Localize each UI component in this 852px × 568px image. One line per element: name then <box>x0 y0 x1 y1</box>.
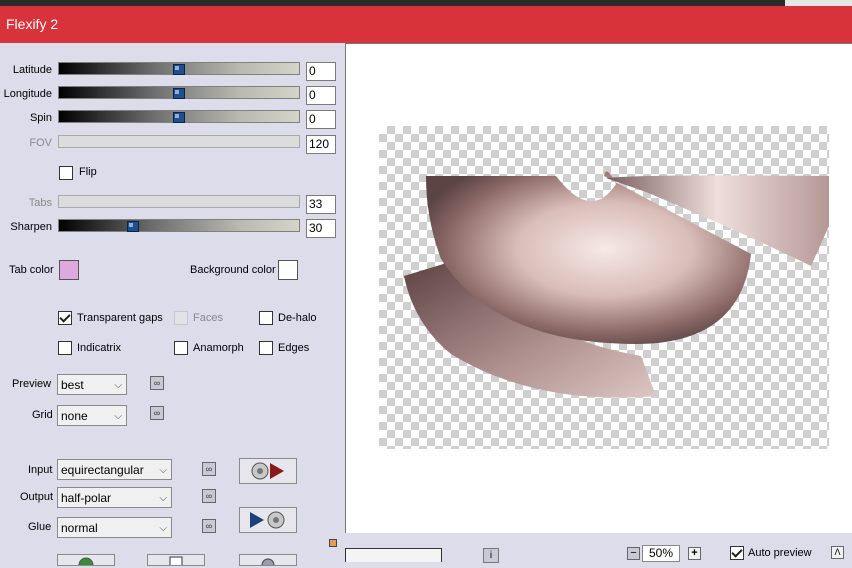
preview-label: Preview <box>12 378 52 390</box>
indicatrix-label: Indicatrix <box>77 342 122 354</box>
link-icon[interactable]: ∞ <box>202 462 216 476</box>
latitude-value-field[interactable]: 0 <box>306 62 336 81</box>
longitude-slider[interactable] <box>58 86 300 99</box>
background-color-label: Background color <box>190 264 276 276</box>
de-halo-label: De-halo <box>278 312 317 324</box>
input-label: Input <box>28 464 53 476</box>
auto-preview-label: Auto preview <box>748 547 812 559</box>
longitude-label: Longitude <box>3 88 52 100</box>
window-title: Flexify 2 <box>6 16 59 32</box>
zoom-level-field[interactable]: 50% <box>642 545 680 562</box>
chevron-down-icon: ⌵ <box>114 380 122 391</box>
settings-icon <box>261 558 275 568</box>
globe-button[interactable] <box>57 554 115 568</box>
flexified-image <box>404 171 829 398</box>
globe-icon <box>78 557 94 568</box>
transparent-gaps-checkbox[interactable] <box>58 311 72 325</box>
tabs-value-field[interactable]: 33 <box>306 195 336 214</box>
chevron-down-icon: ⌵ <box>114 411 122 422</box>
flip-label: Flip <box>79 166 97 178</box>
glue-select[interactable]: normal ⌵ <box>57 517 172 538</box>
color-marker-icon <box>329 539 337 547</box>
sharpen-slider-thumb[interactable] <box>127 221 140 232</box>
zoom-out-button[interactable]: − <box>627 547 640 560</box>
faces-checkbox[interactable] <box>174 311 188 325</box>
preview-select[interactable]: best ⌵ <box>57 374 127 395</box>
link-icon[interactable]: ∞ <box>202 519 216 533</box>
latitude-slider[interactable] <box>58 62 300 75</box>
settings-button[interactable] <box>239 554 297 568</box>
input-select[interactable]: equirectangular ⌵ <box>57 459 172 480</box>
spin-value-field[interactable]: 0 <box>306 110 336 129</box>
output-select[interactable]: half-polar ⌵ <box>57 487 172 508</box>
fov-value-field[interactable]: 120 <box>306 135 336 154</box>
sharpen-slider[interactable] <box>58 219 300 232</box>
glue-select-value: normal <box>61 521 98 535</box>
faces-label: Faces <box>193 312 223 324</box>
sharpen-value-field[interactable]: 30 <box>306 219 336 238</box>
chevron-down-icon: ⌵ <box>159 493 167 504</box>
auto-preview-checkbox[interactable] <box>730 546 744 560</box>
background-color-swatch[interactable] <box>278 260 298 280</box>
input-image-button[interactable] <box>239 458 297 484</box>
link-icon[interactable]: ∞ <box>150 376 164 390</box>
de-halo-checkbox[interactable] <box>259 311 273 325</box>
chevron-down-icon: ⌵ <box>159 465 167 476</box>
latitude-slider-thumb[interactable] <box>173 64 185 75</box>
grid-select-value: none <box>61 409 88 423</box>
spin-slider-thumb[interactable] <box>173 112 185 123</box>
spin-label: Spin <box>29 112 52 124</box>
edges-label: Edges <box>278 342 310 354</box>
copy-button[interactable] <box>147 554 205 568</box>
tabs-label: Tabs <box>28 197 52 209</box>
fov-label: FOV <box>29 137 52 149</box>
anamorph-label: Anamorph <box>193 342 244 354</box>
tabs-slider[interactable] <box>58 195 300 208</box>
preview-select-value: best <box>61 378 84 392</box>
controls-panel: Latitude 0 Longitude 0 Spin 0 FOV 120 Fl… <box>0 43 345 568</box>
transparent-gaps-label: Transparent gaps <box>77 312 163 324</box>
output-label: Output <box>20 491 54 503</box>
edges-checkbox[interactable] <box>259 341 273 355</box>
title-bar: Flexify 2 <box>0 6 852 43</box>
link-icon[interactable]: ∞ <box>150 406 164 420</box>
grid-select[interactable]: none ⌵ <box>57 405 127 426</box>
copy-icon <box>169 556 183 568</box>
longitude-slider-thumb[interactable] <box>173 88 185 99</box>
thumbnail-box[interactable] <box>345 548 442 562</box>
preview-canvas[interactable] <box>345 43 852 534</box>
link-icon[interactable]: ∞ <box>202 489 216 503</box>
preview-status-bar: i − 50% + Auto preview Λ <box>329 533 852 563</box>
tab-color-swatch[interactable] <box>59 260 79 280</box>
tab-color-label: Tab color <box>9 264 54 276</box>
arrow-disc-icon <box>250 511 285 529</box>
latitude-label: Latitude <box>12 64 52 76</box>
output-select-value: half-polar <box>61 491 112 505</box>
indicatrix-checkbox[interactable] <box>58 341 72 355</box>
expand-icon[interactable]: Λ <box>831 546 844 559</box>
zoom-in-button[interactable]: + <box>688 547 701 560</box>
longitude-value-field[interactable]: 0 <box>306 86 336 105</box>
input-select-value: equirectangular <box>61 463 144 477</box>
spin-slider[interactable] <box>58 110 300 123</box>
disc-arrow-icon <box>251 462 284 480</box>
sharpen-label: Sharpen <box>10 221 52 233</box>
grid-label: Grid <box>32 409 53 421</box>
fov-slider[interactable] <box>58 135 300 148</box>
output-image-button[interactable] <box>239 507 297 533</box>
glue-label: Glue <box>28 521 52 533</box>
chevron-down-icon: ⌵ <box>159 523 167 534</box>
anamorph-checkbox[interactable] <box>174 341 188 355</box>
flip-checkbox[interactable] <box>59 166 73 180</box>
